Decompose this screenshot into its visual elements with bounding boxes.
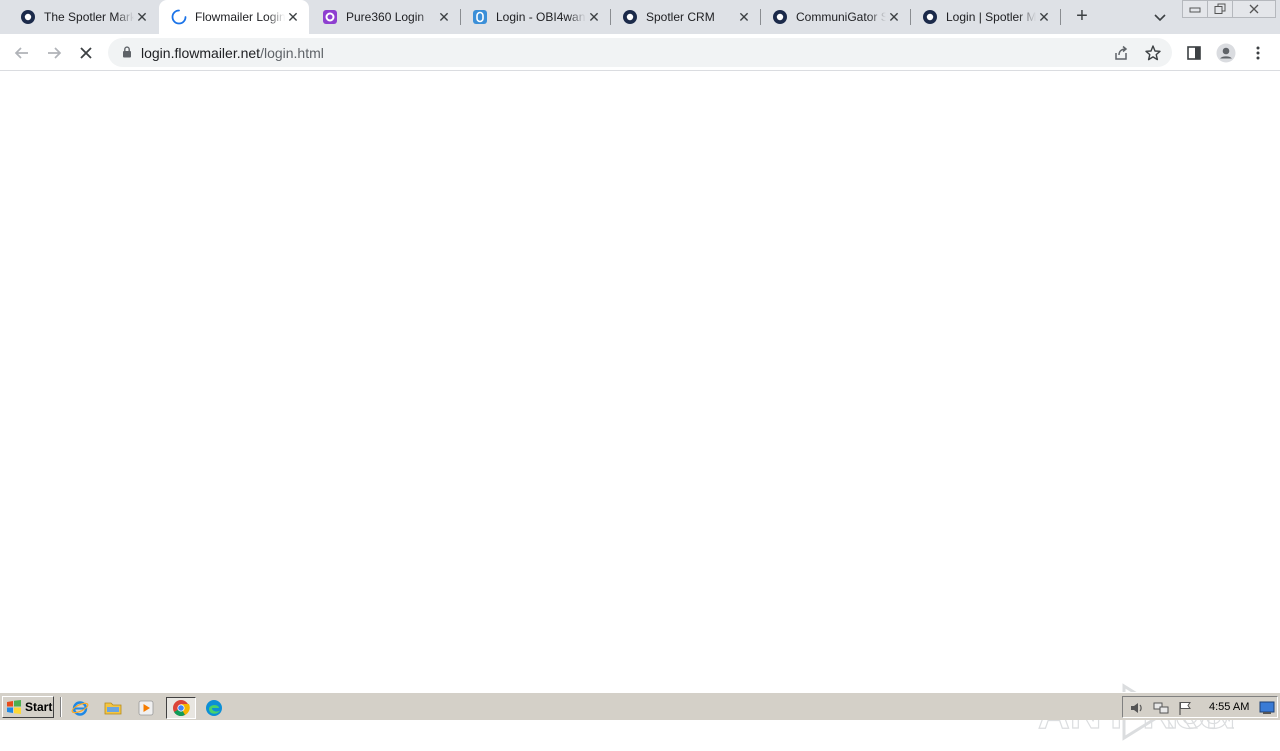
- media-player-button[interactable]: [135, 697, 157, 719]
- browser-toolbar: login.flowmailer.net/login.html: [0, 34, 1280, 71]
- spotler-icon: [622, 9, 638, 25]
- chevron-down-icon: [1154, 14, 1166, 22]
- tab-search-button[interactable]: [1152, 9, 1168, 25]
- close-icon: [80, 47, 92, 59]
- obi4wan-icon: [472, 9, 488, 25]
- edge-button[interactable]: [203, 697, 225, 719]
- arrow-left-icon: [14, 47, 28, 59]
- close-icon[interactable]: ✕: [285, 9, 301, 25]
- tab-strip: The Spotler Marketing ✕ Flowmailer Login…: [0, 0, 1280, 34]
- start-button[interactable]: Start: [2, 696, 54, 718]
- close-icon[interactable]: ✕: [586, 9, 602, 25]
- spotler-icon: [772, 9, 788, 25]
- window-close-button[interactable]: [1232, 0, 1276, 18]
- profile-button[interactable]: [1215, 42, 1237, 64]
- show-desktop-icon[interactable]: [1259, 700, 1275, 716]
- address-bar[interactable]: login.flowmailer.net/login.html: [108, 38, 1172, 67]
- edge-icon: [206, 700, 222, 716]
- minimize-button[interactable]: [1182, 0, 1208, 18]
- action-center-flag-icon[interactable]: [1177, 700, 1193, 716]
- side-panel-icon: [1187, 46, 1201, 60]
- taskbar-separator: [60, 697, 62, 717]
- back-button[interactable]: [11, 42, 33, 64]
- restore-icon: [1214, 3, 1226, 14]
- tab-title: Login | Spotler Mail+: [946, 10, 1036, 24]
- tab-obi4wan-login[interactable]: Login - OBI4wan Dashboard ✕: [460, 0, 610, 34]
- close-icon[interactable]: ✕: [134, 9, 150, 25]
- kebab-menu-icon: [1256, 46, 1260, 60]
- tab-title: Login - OBI4wan Dashboard: [496, 10, 586, 24]
- tab-pure360-login[interactable]: Pure360 Login ✕: [310, 0, 460, 34]
- internet-explorer-icon: [71, 701, 89, 716]
- chrome-icon: [173, 700, 190, 716]
- tab-title: Flowmailer Login: [195, 10, 285, 24]
- file-explorer-button[interactable]: [102, 697, 124, 719]
- tab-title: CommuniGator Sign In: [796, 10, 886, 24]
- minimize-icon: [1189, 7, 1201, 13]
- internet-explorer-button[interactable]: [69, 697, 91, 719]
- start-label: Start: [25, 700, 53, 714]
- page-content: ANY RUN RUN: [0, 72, 1280, 741]
- avatar-icon: [1216, 43, 1236, 63]
- network-icon[interactable]: [1153, 700, 1169, 716]
- tab-communigator[interactable]: CommuniGator Sign In ✕: [760, 0, 910, 34]
- taskbar: Start 4:55 AM: [0, 692, 1280, 720]
- spotler-icon: [922, 9, 938, 25]
- side-panel-button[interactable]: [1183, 42, 1205, 64]
- pure360-icon: [322, 9, 338, 25]
- tab-flowmailer-login[interactable]: Flowmailer Login ✕: [159, 0, 309, 34]
- menu-button[interactable]: [1247, 42, 1269, 64]
- tab-spotler-mail[interactable]: Login | Spotler Mail+ ✕: [910, 0, 1060, 34]
- tab-spotler-crm[interactable]: Spotler CRM ✕: [610, 0, 760, 34]
- share-icon[interactable]: [1112, 44, 1130, 62]
- folder-icon: [104, 702, 122, 715]
- close-icon: [1249, 4, 1259, 14]
- url-host: login.flowmailer.net: [141, 45, 261, 61]
- tab-title: Pure360 Login: [346, 10, 425, 24]
- loading-spinner-icon: [171, 9, 187, 25]
- url-text[interactable]: login.flowmailer.net/login.html: [141, 45, 324, 61]
- media-player-icon: [138, 700, 154, 716]
- tab-title: Spotler CRM: [646, 10, 715, 24]
- forward-button[interactable]: [43, 42, 65, 64]
- new-tab-button[interactable]: +: [1072, 6, 1092, 27]
- system-tray: 4:55 AM: [1122, 696, 1278, 718]
- tab-separator: [1060, 9, 1061, 25]
- arrow-right-icon: [48, 47, 62, 59]
- bookmark-star-icon[interactable]: [1144, 44, 1162, 62]
- close-icon[interactable]: ✕: [436, 9, 452, 25]
- close-icon[interactable]: ✕: [1036, 9, 1052, 25]
- windows-logo-icon: [6, 699, 22, 715]
- taskbar-clock[interactable]: 4:55 AM: [1209, 701, 1249, 713]
- url-path: /login.html: [260, 45, 324, 61]
- tab-spotler-marketing[interactable]: The Spotler Marketing ✕: [8, 0, 158, 34]
- browser-window: The Spotler Marketing ✕ Flowmailer Login…: [0, 0, 1280, 741]
- restore-button[interactable]: [1207, 0, 1233, 18]
- stop-loading-button[interactable]: [75, 42, 97, 64]
- lock-icon[interactable]: [120, 45, 134, 59]
- volume-icon[interactable]: [1129, 700, 1145, 716]
- tab-title: The Spotler Marketing: [44, 10, 134, 24]
- close-icon[interactable]: ✕: [886, 9, 902, 25]
- close-icon[interactable]: ✕: [736, 9, 752, 25]
- spotler-icon: [20, 9, 36, 25]
- chrome-taskbar-button[interactable]: [166, 697, 196, 719]
